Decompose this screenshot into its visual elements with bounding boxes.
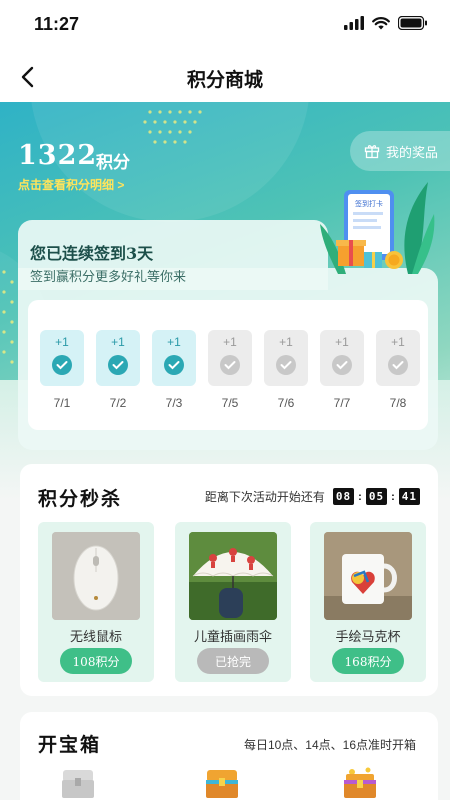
signin-day-box: +1 — [376, 330, 420, 386]
countdown-hours: 08 — [332, 488, 355, 505]
signin-days-panel: +1 7/1 +1 7/2 +1 7/3 +1 7/5 +1 7/6 +1 7/… — [28, 300, 428, 430]
signin-day-box: +1 — [152, 330, 196, 386]
flash-item[interactable]: 手绘马克杯 168积分 — [310, 522, 426, 682]
status-bar: 11:27 — [0, 0, 450, 52]
flash-item-name: 无线鼠标 — [69, 630, 122, 645]
wifi-icon — [372, 17, 390, 30]
signin-day[interactable]: +1 7/3 — [152, 330, 196, 410]
signin-day-points: +1 — [167, 335, 181, 349]
signin-day-points: +1 — [111, 335, 125, 349]
signin-day-points: +1 — [279, 335, 293, 349]
signin-day-date: 7/7 — [333, 396, 351, 410]
signin-day[interactable]: +1 7/7 — [320, 330, 364, 410]
signin-badge: 签到打卡 — [355, 199, 383, 208]
flash-item[interactable]: 儿童插画雨伞 已抢完 — [175, 522, 291, 682]
product-image-mug — [324, 532, 412, 620]
points-unit: 积分 — [96, 153, 130, 173]
countdown-label: 距离下次活动开始还有 — [204, 490, 325, 504]
signin-day-points: +1 — [335, 335, 349, 349]
redeem-button[interactable]: 168积分 — [332, 648, 404, 674]
countdown-separator: : — [391, 490, 395, 503]
check-icon — [108, 355, 128, 375]
flash-item[interactable]: 无线鼠标 108积分 — [38, 522, 154, 682]
signal-icon — [344, 16, 364, 30]
gift-icon — [364, 145, 380, 159]
status-time: 11:27 — [34, 14, 80, 34]
signin-day[interactable]: +1 7/1 — [40, 330, 84, 410]
signin-illustration: 签到打卡 — [320, 182, 435, 274]
product-image-mouse — [52, 532, 140, 620]
treasure-chest-open-icon[interactable] — [342, 766, 378, 800]
treasure-chest-gray-icon[interactable] — [60, 766, 96, 800]
signin-day-points: +1 — [223, 335, 237, 349]
status-icons — [344, 16, 428, 30]
check-icon — [388, 355, 408, 375]
flash-sale-section: 积分秒杀 距离下次活动开始还有 08 : 05 : 41 无线鼠标 108积分 — [20, 464, 438, 696]
signin-title: 您已连续签到3天 — [30, 244, 154, 263]
treasure-section: 开宝箱 每日10点、14点、16点准时开箱 — [20, 712, 438, 800]
signin-day-box: +1 — [96, 330, 140, 386]
product-image-umbrella — [189, 532, 277, 620]
signin-day-box: +1 — [40, 330, 84, 386]
check-icon — [220, 355, 240, 375]
sold-out-button: 已抢完 — [197, 648, 269, 674]
flash-sale-title: 积分秒杀 — [38, 488, 123, 510]
flash-item-name: 手绘马克杯 — [335, 630, 401, 645]
signin-day[interactable]: +1 7/2 — [96, 330, 140, 410]
check-icon — [332, 355, 352, 375]
redeem-button[interactable]: 108积分 — [60, 648, 132, 674]
signin-day-box: +1 — [264, 330, 308, 386]
my-prizes-label: 我的奖品 — [386, 144, 439, 160]
signin-day-date: 7/5 — [221, 396, 239, 410]
signin-day-box: +1 — [208, 330, 252, 386]
signin-day[interactable]: +1 7/6 — [264, 330, 308, 410]
treasure-chest-gold-icon[interactable] — [204, 766, 240, 800]
my-prizes-button[interactable]: 我的奖品 — [350, 131, 450, 171]
signin-day-date: 7/1 — [53, 396, 71, 410]
signin-day-date: 7/6 — [277, 396, 295, 410]
countdown-seconds: 41 — [398, 488, 420, 505]
points-balance: 1322 — [18, 140, 98, 171]
page-title: 积分商城 — [186, 69, 263, 91]
signin-day-points: +1 — [391, 335, 405, 349]
countdown-separator: : — [358, 490, 362, 503]
signin-day[interactable]: +1 7/5 — [208, 330, 252, 410]
signin-day-box: +1 — [320, 330, 364, 386]
battery-icon — [398, 16, 427, 30]
countdown: 距离下次活动开始还有 08 : 05 : 41 — [205, 488, 420, 505]
treasure-title: 开宝箱 — [38, 734, 102, 756]
signin-day-date: 7/8 — [389, 396, 407, 410]
signin-day[interactable]: +1 7/8 — [376, 330, 420, 410]
countdown-minutes: 05 — [365, 488, 388, 505]
signin-day-date: 7/2 — [109, 396, 127, 410]
points-detail-link[interactable]: 点击查看积分明细 > — [18, 176, 124, 193]
signin-day-date: 7/3 — [165, 396, 183, 410]
check-icon — [52, 355, 72, 375]
check-icon — [276, 355, 296, 375]
signin-subtitle: 签到赢积分更多好礼等你来 — [30, 270, 187, 285]
nav-bar: 积分商城 — [0, 52, 450, 102]
signin-day-points: +1 — [55, 335, 69, 349]
flash-item-name: 儿童插画雨伞 — [193, 630, 272, 645]
check-icon — [164, 355, 184, 375]
treasure-schedule: 每日10点、14点、16点准时开箱 — [243, 738, 416, 752]
